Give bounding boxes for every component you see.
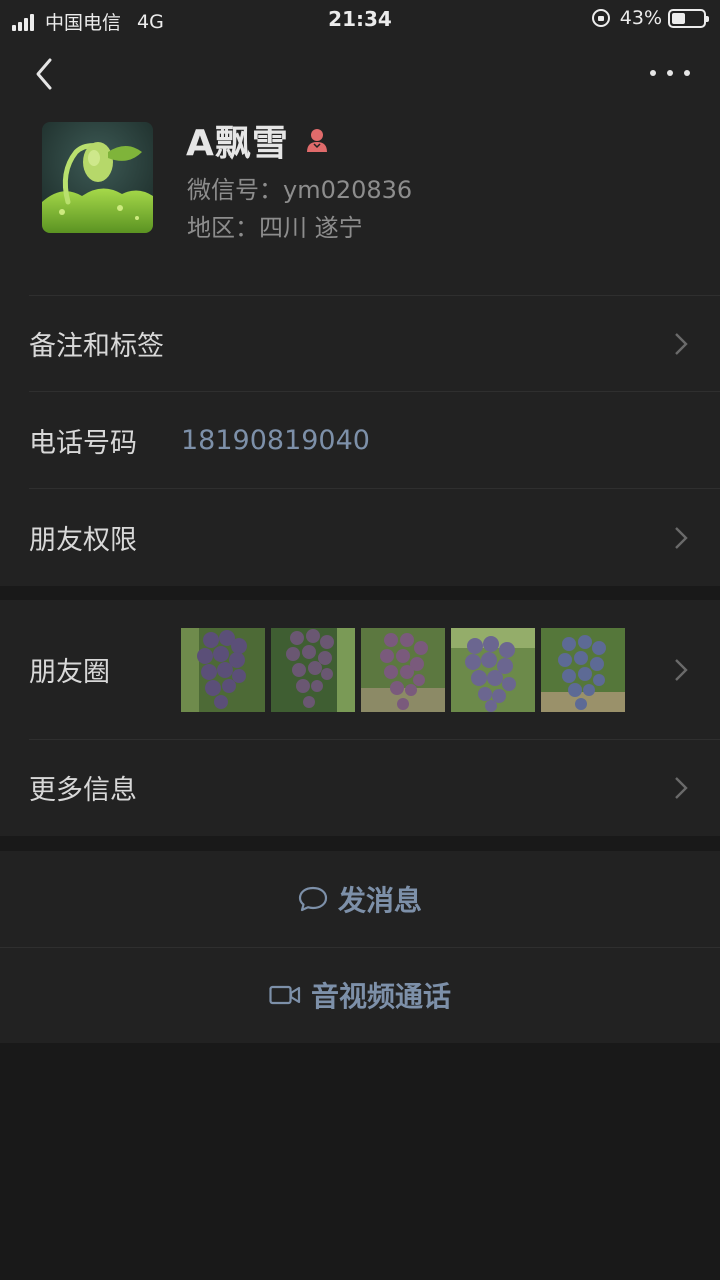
moments-photo	[361, 628, 445, 712]
moments-section: 朋友圈 更多信息	[0, 600, 720, 836]
grape-photo-image	[181, 628, 265, 712]
more-dot	[650, 70, 656, 76]
phone-label: 电话号码	[29, 428, 137, 459]
chat-bubble-icon	[298, 886, 328, 912]
avatar[interactable]	[42, 122, 153, 233]
moments-photo	[271, 628, 355, 712]
chevron-right-icon	[675, 526, 688, 549]
phone-number-link[interactable]: 18190819040	[181, 425, 370, 456]
moments-photo	[541, 628, 625, 712]
actions-section: 发消息 音视频通话	[0, 851, 720, 1043]
more-dot	[667, 70, 673, 76]
send-message-label: 发消息	[337, 884, 422, 917]
wechat-id: 微信号：ym020836	[187, 176, 413, 204]
video-camera-icon	[269, 985, 301, 1005]
rotation-lock-icon	[591, 9, 610, 27]
display-name: A飘雪	[186, 123, 289, 164]
moments-photo	[181, 628, 265, 712]
grape-photo-image	[361, 628, 445, 712]
chevron-right-icon	[675, 332, 688, 355]
moments-photo	[451, 628, 535, 712]
more-dot	[684, 70, 690, 76]
remarks-tags-label: 备注和标签	[29, 331, 164, 362]
send-message-button[interactable]: 发消息	[0, 851, 720, 947]
grape-photo-image	[451, 628, 535, 712]
more-button[interactable]	[650, 60, 690, 86]
divider	[0, 947, 720, 948]
chevron-right-icon	[675, 776, 688, 799]
battery-level	[672, 12, 685, 24]
remarks-tags-row[interactable]: 备注和标签	[0, 295, 720, 392]
friend-permissions-row[interactable]: 朋友权限	[0, 489, 720, 586]
status-bar: 中国电信 4G 21:34 43%	[0, 0, 720, 40]
battery-icon	[668, 8, 709, 28]
chevron-right-icon	[675, 658, 688, 681]
video-call-button[interactable]: 音视频通话	[0, 947, 720, 1043]
back-button[interactable]	[30, 56, 62, 92]
phone-row: 电话号码 18190819040	[0, 392, 720, 489]
chevron-left-icon	[36, 58, 52, 90]
friend-permissions-label: 朋友权限	[29, 525, 137, 556]
region: 地区：四川 遂宁	[187, 214, 363, 242]
grape-photo-image	[541, 628, 625, 712]
grape-photo-image	[271, 628, 355, 712]
battery-percent: 43%	[619, 7, 662, 29]
status-right: 43%	[591, 7, 709, 29]
info-section: 备注和标签 电话号码 18190819040 朋友权限	[0, 295, 720, 586]
moments-label: 朋友圈	[29, 657, 110, 688]
more-info-label: 更多信息	[29, 775, 137, 806]
name-row: A飘雪	[186, 114, 331, 166]
more-info-row[interactable]: 更多信息	[0, 739, 720, 836]
video-call-label: 音视频通话	[310, 980, 451, 1013]
sprout-avatar-image	[42, 122, 153, 233]
moments-photos	[181, 628, 631, 712]
female-icon	[306, 129, 327, 152]
moments-row[interactable]: 朋友圈	[0, 600, 720, 739]
